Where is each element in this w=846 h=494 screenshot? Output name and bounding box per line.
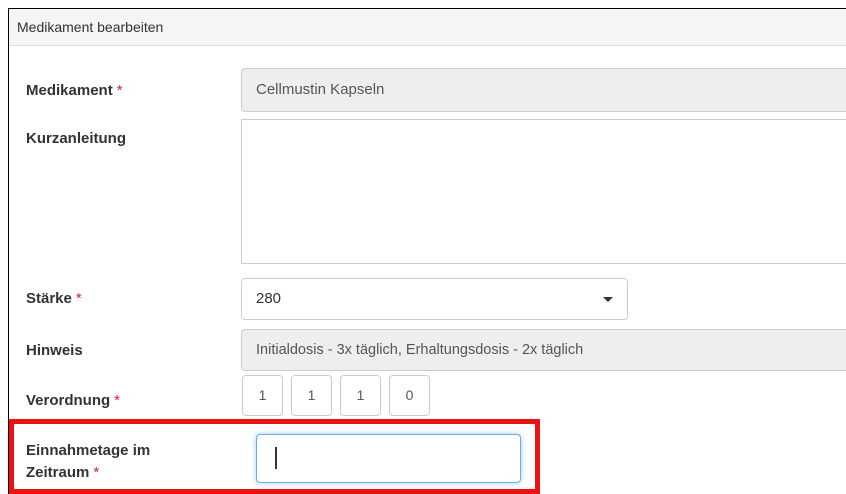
staerke-label-text: Stärke: [26, 290, 72, 307]
edit-medication-panel: Medikament bearbeiten Medikament * Cellmu…: [8, 8, 846, 494]
verordnung-label: Verordnung *: [26, 392, 120, 409]
kurzanleitung-textarea[interactable]: [241, 119, 846, 264]
staerke-label: Stärke *: [26, 290, 82, 307]
staerke-selected-value: 280: [256, 290, 282, 307]
dose-noon-input[interactable]: 1: [291, 375, 332, 416]
medikament-label-text: Medikament: [26, 82, 113, 99]
hinweis-field: Initialdosis - 3x täglich, Erhaltungsdos…: [241, 329, 846, 371]
highlight-box: [9, 419, 540, 494]
verordnung-label-text: Verordnung: [26, 392, 111, 409]
caret-down-icon: [603, 297, 613, 302]
panel-title: Medikament bearbeiten: [9, 9, 846, 46]
dose-night-input[interactable]: 0: [389, 375, 430, 416]
required-mark: *: [116, 82, 123, 99]
required-mark: *: [75, 290, 82, 307]
dose-morning-input[interactable]: 1: [242, 375, 283, 416]
medikament-field: Cellmustin Kapseln: [241, 68, 846, 112]
hinweis-label: Hinweis: [26, 342, 83, 359]
kurzanleitung-label: Kurzanleitung: [26, 130, 126, 147]
staerke-select[interactable]: 280: [241, 278, 628, 320]
medikament-label: Medikament *: [26, 82, 123, 99]
required-mark: *: [114, 392, 121, 409]
dose-evening-input[interactable]: 1: [340, 375, 381, 416]
